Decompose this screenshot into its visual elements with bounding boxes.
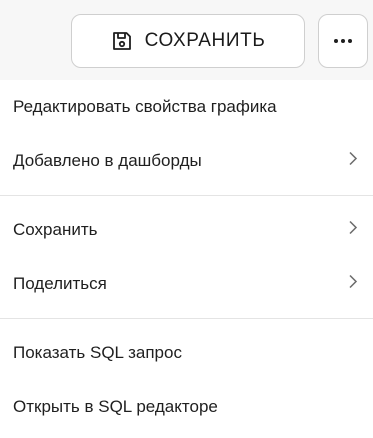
chevron-right-icon [348,151,358,172]
menu-item-share[interactable]: Поделиться [0,257,373,311]
menu-item-label: Сохранить [13,220,98,239]
menu-item-added-to-dashboards[interactable]: Добавлено в дашборды [0,134,373,188]
menu-divider [0,318,373,319]
chevron-right-icon [348,220,358,241]
floppy-disk-icon [111,30,133,52]
chevron-right-icon [348,274,358,295]
menu-item-label: Показать SQL запрос [13,343,182,362]
menu-item-save[interactable]: Сохранить [0,203,373,257]
menu-item-label: Поделиться [13,274,107,293]
save-button[interactable]: СОХРАНИТЬ [71,14,305,68]
more-horizontal-icon [334,39,352,43]
menu-item-show-sql-query[interactable]: Показать SQL запрос [0,326,373,380]
menu-divider [0,195,373,196]
menu-item-open-in-sql-editor[interactable]: Открыть в SQL редакторе [0,380,373,434]
save-button-label: СОХРАНИТЬ [144,30,266,51]
page: СОХРАНИТЬ Редактировать свойства графика… [0,0,373,438]
menu-item-label: Открыть в SQL редакторе [13,397,218,416]
menu-item-label: Редактировать свойства графика [13,97,277,116]
toolbar: СОХРАНИТЬ [0,14,373,70]
dropdown-menu: Редактировать свойства графика Добавлено… [0,80,373,438]
menu-item-edit-chart-properties[interactable]: Редактировать свойства графика [0,80,373,134]
menu-item-label: Добавлено в дашборды [13,151,202,170]
more-options-button[interactable] [318,14,368,68]
